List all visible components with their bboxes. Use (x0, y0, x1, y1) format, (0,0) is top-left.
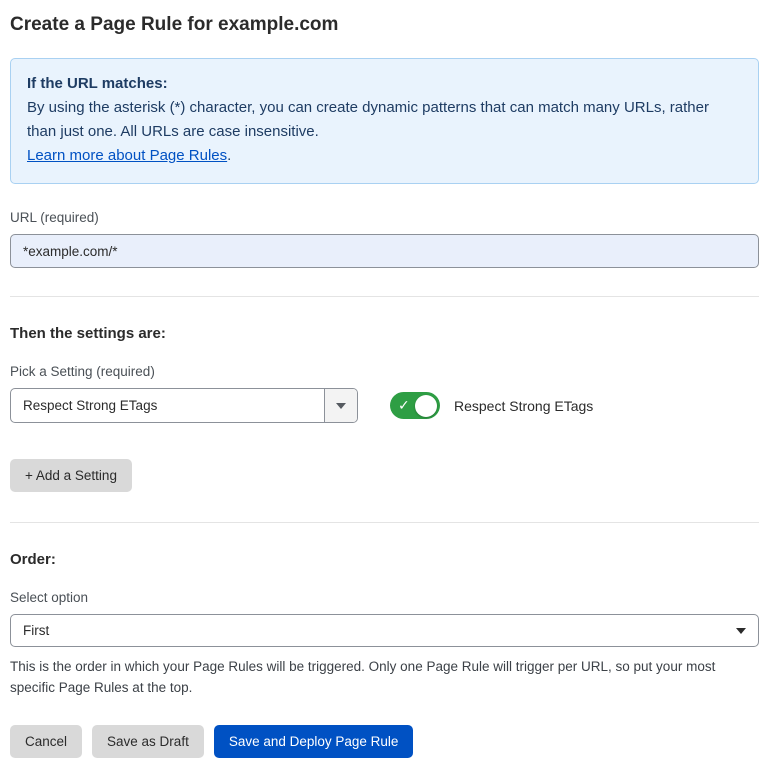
add-setting-button[interactable]: + Add a Setting (10, 459, 132, 492)
order-select-value: First (23, 623, 49, 638)
chevron-down-icon (736, 628, 746, 634)
divider (10, 522, 759, 523)
setting-row: Respect Strong ETags ✓ Respect Strong ET… (10, 388, 759, 423)
setting-dropdown-value: Respect Strong ETags (11, 389, 324, 422)
create-page-rule-page: Create a Page Rule for example.com If th… (0, 0, 769, 778)
link-period: . (227, 147, 231, 164)
divider (10, 296, 759, 297)
setting-dropdown[interactable]: Respect Strong ETags (10, 388, 358, 423)
learn-more-link[interactable]: Learn more about Page Rules (27, 147, 227, 164)
save-deploy-button[interactable]: Save and Deploy Page Rule (214, 725, 414, 758)
cancel-button[interactable]: Cancel (10, 725, 82, 758)
settings-section-heading: Then the settings are: (10, 325, 759, 342)
url-field-label: URL (required) (10, 210, 759, 225)
etags-toggle[interactable]: ✓ (390, 392, 440, 419)
url-input[interactable] (10, 234, 759, 268)
order-section-heading: Order: (10, 551, 759, 568)
footer-actions: Cancel Save as Draft Save and Deploy Pag… (10, 725, 759, 758)
url-matches-info-box: If the URL matches: By using the asteris… (10, 58, 759, 184)
chevron-down-icon (336, 403, 346, 409)
order-select-label: Select option (10, 590, 759, 605)
info-box-heading: If the URL matches: (27, 72, 742, 96)
page-title: Create a Page Rule for example.com (10, 14, 759, 36)
save-draft-button[interactable]: Save as Draft (92, 725, 204, 758)
info-box-body: By using the asterisk (*) character, you… (27, 99, 709, 140)
etags-toggle-label: Respect Strong ETags (454, 398, 593, 414)
order-help-text: This is the order in which your Page Rul… (10, 657, 750, 699)
add-setting-wrap: + Add a Setting (10, 459, 759, 492)
checkmark-icon: ✓ (398, 396, 410, 414)
toggle-knob (415, 395, 437, 417)
etags-toggle-group: ✓ Respect Strong ETags (390, 392, 593, 419)
order-select[interactable]: First (10, 614, 759, 647)
pick-setting-label: Pick a Setting (required) (10, 364, 759, 379)
setting-dropdown-arrow-button[interactable] (324, 389, 357, 422)
